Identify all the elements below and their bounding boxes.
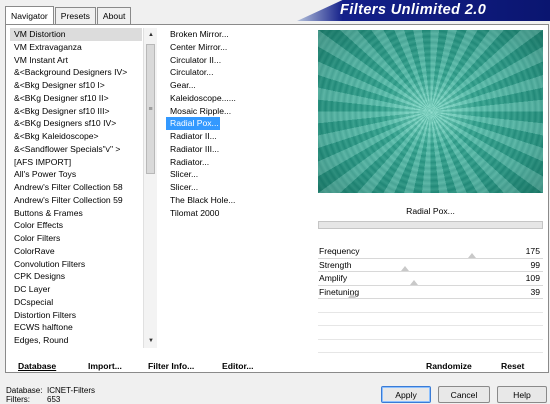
filter-item[interactable]: Center Mirror... [166,41,311,54]
category-item[interactable]: VM Extravaganza [10,41,142,54]
param-row-amplify[interactable]: Amplify 109 [318,272,543,286]
category-item[interactable]: Distortion Filters [10,309,142,322]
category-item[interactable]: [AFS IMPORT] [10,156,142,169]
category-item[interactable]: &<BKg Designers sf10 IV> [10,117,142,130]
reset-button[interactable]: Reset [501,360,524,372]
category-item[interactable]: CPK Designs [10,270,142,283]
category-item[interactable]: Convolution Filters [10,258,142,271]
database-button[interactable]: Database [18,360,56,372]
filter-item[interactable]: Radiator III... [166,143,311,156]
filter-item[interactable]: Circulator II... [166,54,311,67]
filter-list[interactable]: Broken Mirror... Center Mirror... Circulat… [166,28,311,348]
database-status-label: Database: [6,386,43,395]
filter-item[interactable]: Gear... [166,79,311,92]
randomize-button[interactable]: Randomize [426,360,472,372]
brand-title: Filters Unlimited 2.0 [340,2,487,18]
status-area: Database: ICNET-Filters Filters: 653 [6,386,95,404]
filter-item[interactable]: Slicer... [166,168,311,181]
param-label: Amplify [319,273,348,283]
help-button[interactable]: Help [497,386,547,403]
filter-item[interactable]: Radiator II... [166,130,311,143]
category-item[interactable]: &<Bkg Designer sf10 III> [10,105,142,118]
param-value: 109 [525,273,540,283]
category-item[interactable]: DCspecial [10,296,142,309]
category-item[interactable]: ColorRave [10,245,142,258]
scroll-thumb[interactable]: ≡ [146,44,155,174]
tab-presets[interactable]: Presets [54,7,96,24]
tab-bar: Navigator Presets About [5,6,132,24]
param-empty-row [318,326,543,340]
param-slider-marker[interactable] [348,293,357,298]
database-label: Database [18,361,57,371]
category-item[interactable]: Edges, Round [10,334,142,347]
category-item[interactable]: Andrew's Filter Collection 59 [10,194,142,207]
param-slider-marker[interactable] [410,279,419,285]
category-scrollbar[interactable]: ▲ ≡ ▼ [143,28,157,348]
param-empty-row [318,340,543,353]
filter-item[interactable]: Tilomat 2000 [166,207,311,220]
scroll-up-icon[interactable]: ▲ [144,28,158,42]
category-item[interactable]: &<Background Designers IV> [10,66,142,79]
category-item[interactable]: ECWS halftone [10,321,142,334]
category-item[interactable]: &<Sandflower Specials"v" > [10,143,142,156]
tab-navigator[interactable]: Navigator [5,6,54,24]
category-list[interactable]: VM Distortion VM Extravaganza VM Instant A… [10,28,142,348]
filter-item[interactable]: Radial Pox... [166,117,220,130]
filter-item[interactable]: Broken Mirror... [166,28,311,41]
param-label: Frequency [319,246,360,256]
param-empty-row [318,299,543,313]
filter-item[interactable]: The Black Hole... [166,194,311,207]
category-item[interactable]: Andrew's Filter Collection 58 [10,181,142,194]
category-item[interactable]: &<Bkg Designer sf10 I> [10,79,142,92]
param-slider-marker[interactable] [401,266,410,271]
param-row-strength[interactable]: Strength 99 [318,259,543,272]
preview-image [318,30,543,193]
tab-about[interactable]: About [96,7,132,24]
category-item[interactable]: All's Power Toys [10,168,142,181]
category-item[interactable]: &<BKg Designer sf10 II> [10,92,142,105]
cancel-button[interactable]: Cancel [438,386,490,403]
filter-item[interactable]: Mosaic Ripple... [166,105,311,118]
database-status-value: ICNET-Filters [47,386,95,395]
category-item[interactable]: &<Bkg Kaleidoscope> [10,130,142,143]
category-item[interactable]: VM Instant Art [10,54,142,67]
filters-unlimited-window: Navigator Presets About Filters Unlimite… [0,0,550,404]
category-item[interactable]: VM Distortion [10,28,142,41]
param-value: 99 [530,259,540,270]
filter-progress-bar [318,221,543,229]
param-label: Strength [319,259,352,270]
param-row-frequency[interactable]: Frequency 175 [318,245,543,259]
param-row-finetuning[interactable]: Finetuning 39 [318,286,543,299]
category-item[interactable]: Buttons & Frames [10,207,142,220]
category-item[interactable]: Color Effects [10,219,142,232]
filter-info-button[interactable]: Filter Info... [148,360,194,372]
param-value: 39 [530,286,540,297]
category-item[interactable]: Color Filters [10,232,142,245]
filter-name-label: Radial Pox... [406,206,455,216]
scroll-down-icon[interactable]: ▼ [144,334,158,348]
param-empty-row [318,313,543,326]
apply-button[interactable]: Apply [381,386,431,403]
filter-item[interactable]: Radiator... [166,156,311,169]
filter-item[interactable]: Circulator... [166,66,311,79]
filter-item[interactable]: Slicer... [166,181,311,194]
parameter-panel: Frequency 175 Strength 99 Amplify 109 Finetuni… [318,245,543,353]
editor-button[interactable]: Editor... [222,360,254,372]
param-slider-marker[interactable] [468,252,477,258]
param-value: 175 [525,246,540,256]
category-item[interactable]: DC Layer [10,283,142,296]
filter-item[interactable]: Kaleidoscope...... [166,92,311,105]
import-button[interactable]: Import... [88,360,122,372]
